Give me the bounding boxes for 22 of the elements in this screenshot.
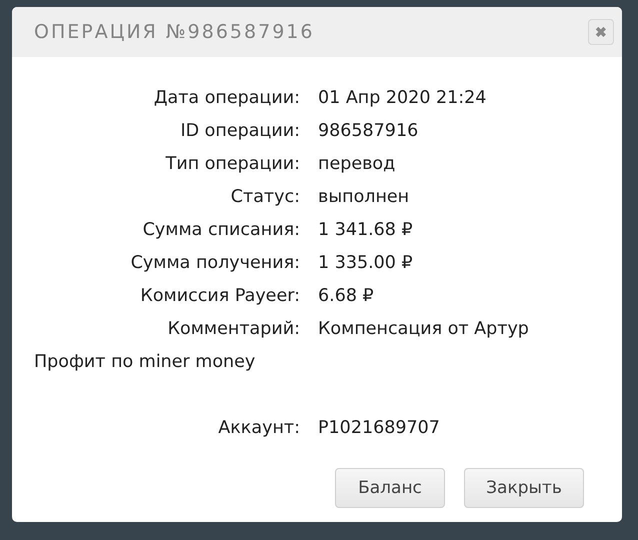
field-value: 1 335.00 ₽ [318, 252, 414, 272]
field-label: Комиссия Payeer: [139, 286, 300, 306]
comment-text: Профит по miner money [34, 350, 256, 374]
close-dialog-button[interactable]: Закрыть [464, 468, 584, 508]
dialog-title: ОПЕРАЦИЯ №986587916 [34, 21, 314, 43]
field-label: Статус: [230, 186, 300, 206]
field-value: 6.68 ₽ [318, 286, 375, 306]
field-label: Сумма списания: [142, 220, 300, 240]
field-value: выполнен [318, 186, 410, 206]
field-label: Аккаунт: [217, 418, 300, 438]
field-label: Комментарий: [166, 318, 300, 338]
field-label: Дата операции: [152, 88, 300, 108]
balance-button[interactable]: Баланс [335, 468, 445, 508]
field-value: перевод [318, 154, 396, 174]
field-value: P1021689707 [318, 418, 441, 438]
field-value: 1 341.68 ₽ [318, 220, 414, 240]
field-label: Тип операции: [164, 154, 300, 174]
field-value: 01 Апр 2020 21:24 [318, 88, 488, 108]
field-value: Компенсация от Артур [318, 318, 530, 338]
field-value: 986587916 [318, 120, 420, 140]
field-label: ID операции: [179, 120, 300, 140]
field-label: Сумма получения: [130, 252, 300, 272]
